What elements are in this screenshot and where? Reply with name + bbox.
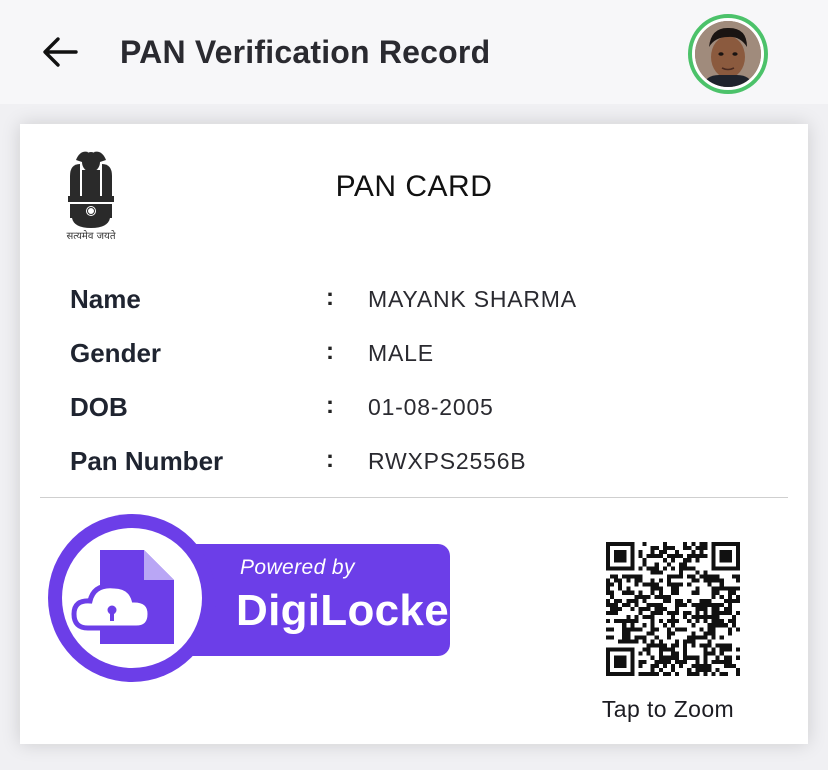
app-header: PAN Verification Record xyxy=(0,0,828,104)
field-separator: : xyxy=(326,338,334,365)
field-label: Gender xyxy=(70,338,162,368)
avatar[interactable] xyxy=(688,14,768,94)
arrow-left-icon xyxy=(43,37,78,67)
pan-card: सत्यमेव जयते PAN CARD Name : MAYANK SHAR… xyxy=(20,124,808,744)
digilocker-brand: DigiLocker xyxy=(236,586,467,635)
field-separator: : xyxy=(326,284,334,311)
qr-code[interactable] xyxy=(606,542,740,676)
page-title: PAN Verification Record xyxy=(120,34,491,70)
field-separator: : xyxy=(326,392,334,419)
tap-to-zoom-label[interactable]: Tap to Zoom xyxy=(568,696,768,723)
back-button[interactable] xyxy=(38,30,82,74)
field-value: RWXPS2556B xyxy=(368,448,527,474)
digilocker-badge[interactable]: Powered by DigiLocker xyxy=(48,514,466,684)
field-value: MAYANK SHARMA xyxy=(368,286,577,312)
field-label: Pan Number xyxy=(70,446,224,476)
card-title: PAN CARD xyxy=(335,170,493,203)
field-row-name: Name : MAYANK SHARMA xyxy=(70,284,770,318)
emblem-motto: सत्यमेव जयते xyxy=(66,231,116,242)
field-value: MALE xyxy=(368,340,434,366)
field-separator: : xyxy=(326,446,334,473)
field-row-dob: DOB : 01-08-2005 xyxy=(70,392,770,426)
divider xyxy=(40,497,788,498)
field-label: Name xyxy=(70,284,141,314)
field-value: 01-08-2005 xyxy=(368,394,494,420)
field-row-pan-number: Pan Number : RWXPS2556B xyxy=(70,446,770,480)
field-label: DOB xyxy=(70,392,128,422)
field-row-gender: Gender : MALE xyxy=(70,338,770,372)
avatar-photo xyxy=(695,21,761,87)
digilocker-powered-by: Powered by xyxy=(240,556,355,579)
